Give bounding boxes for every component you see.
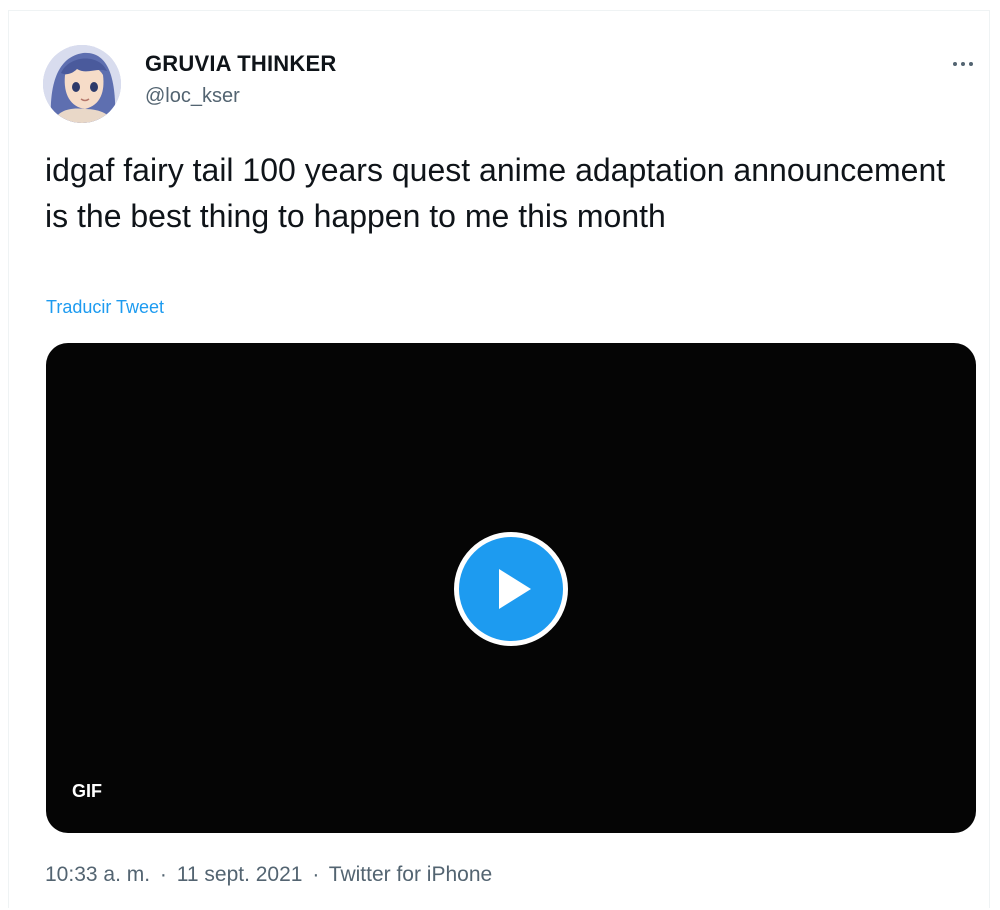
translate-tweet-link[interactable]: Traducir Tweet <box>46 297 164 318</box>
anime-avatar-icon <box>43 45 121 123</box>
play-icon <box>499 569 531 609</box>
more-dot <box>969 62 973 66</box>
gif-badge: GIF <box>72 781 102 801</box>
tweet-time[interactable]: 10:33 a. m. <box>45 863 150 886</box>
author-display-name[interactable]: GRUVIA THINKER <box>145 51 336 77</box>
meta-separator: · <box>312 863 320 886</box>
meta-separator: · <box>159 863 167 886</box>
more-options-button[interactable] <box>943 49 983 79</box>
author-handle[interactable]: @loc_kser <box>145 85 240 108</box>
gif-media[interactable]: GIF <box>46 343 976 833</box>
tweet-text: idgaf fairy tail 100 years quest anime a… <box>45 152 946 234</box>
avatar[interactable] <box>43 45 121 123</box>
play-button[interactable] <box>454 532 568 646</box>
tweet-card: GRUVIA THINKER @loc_kser idgaf fairy tai… <box>8 10 990 908</box>
more-dot <box>953 62 957 66</box>
more-dot <box>961 62 965 66</box>
tweet-source[interactable]: Twitter for iPhone <box>329 863 492 886</box>
tweet-date[interactable]: 11 sept. 2021 <box>177 863 303 886</box>
tweet-meta: 10:33 a. m. · 11 sept. 2021 · Twitter fo… <box>45 863 492 887</box>
